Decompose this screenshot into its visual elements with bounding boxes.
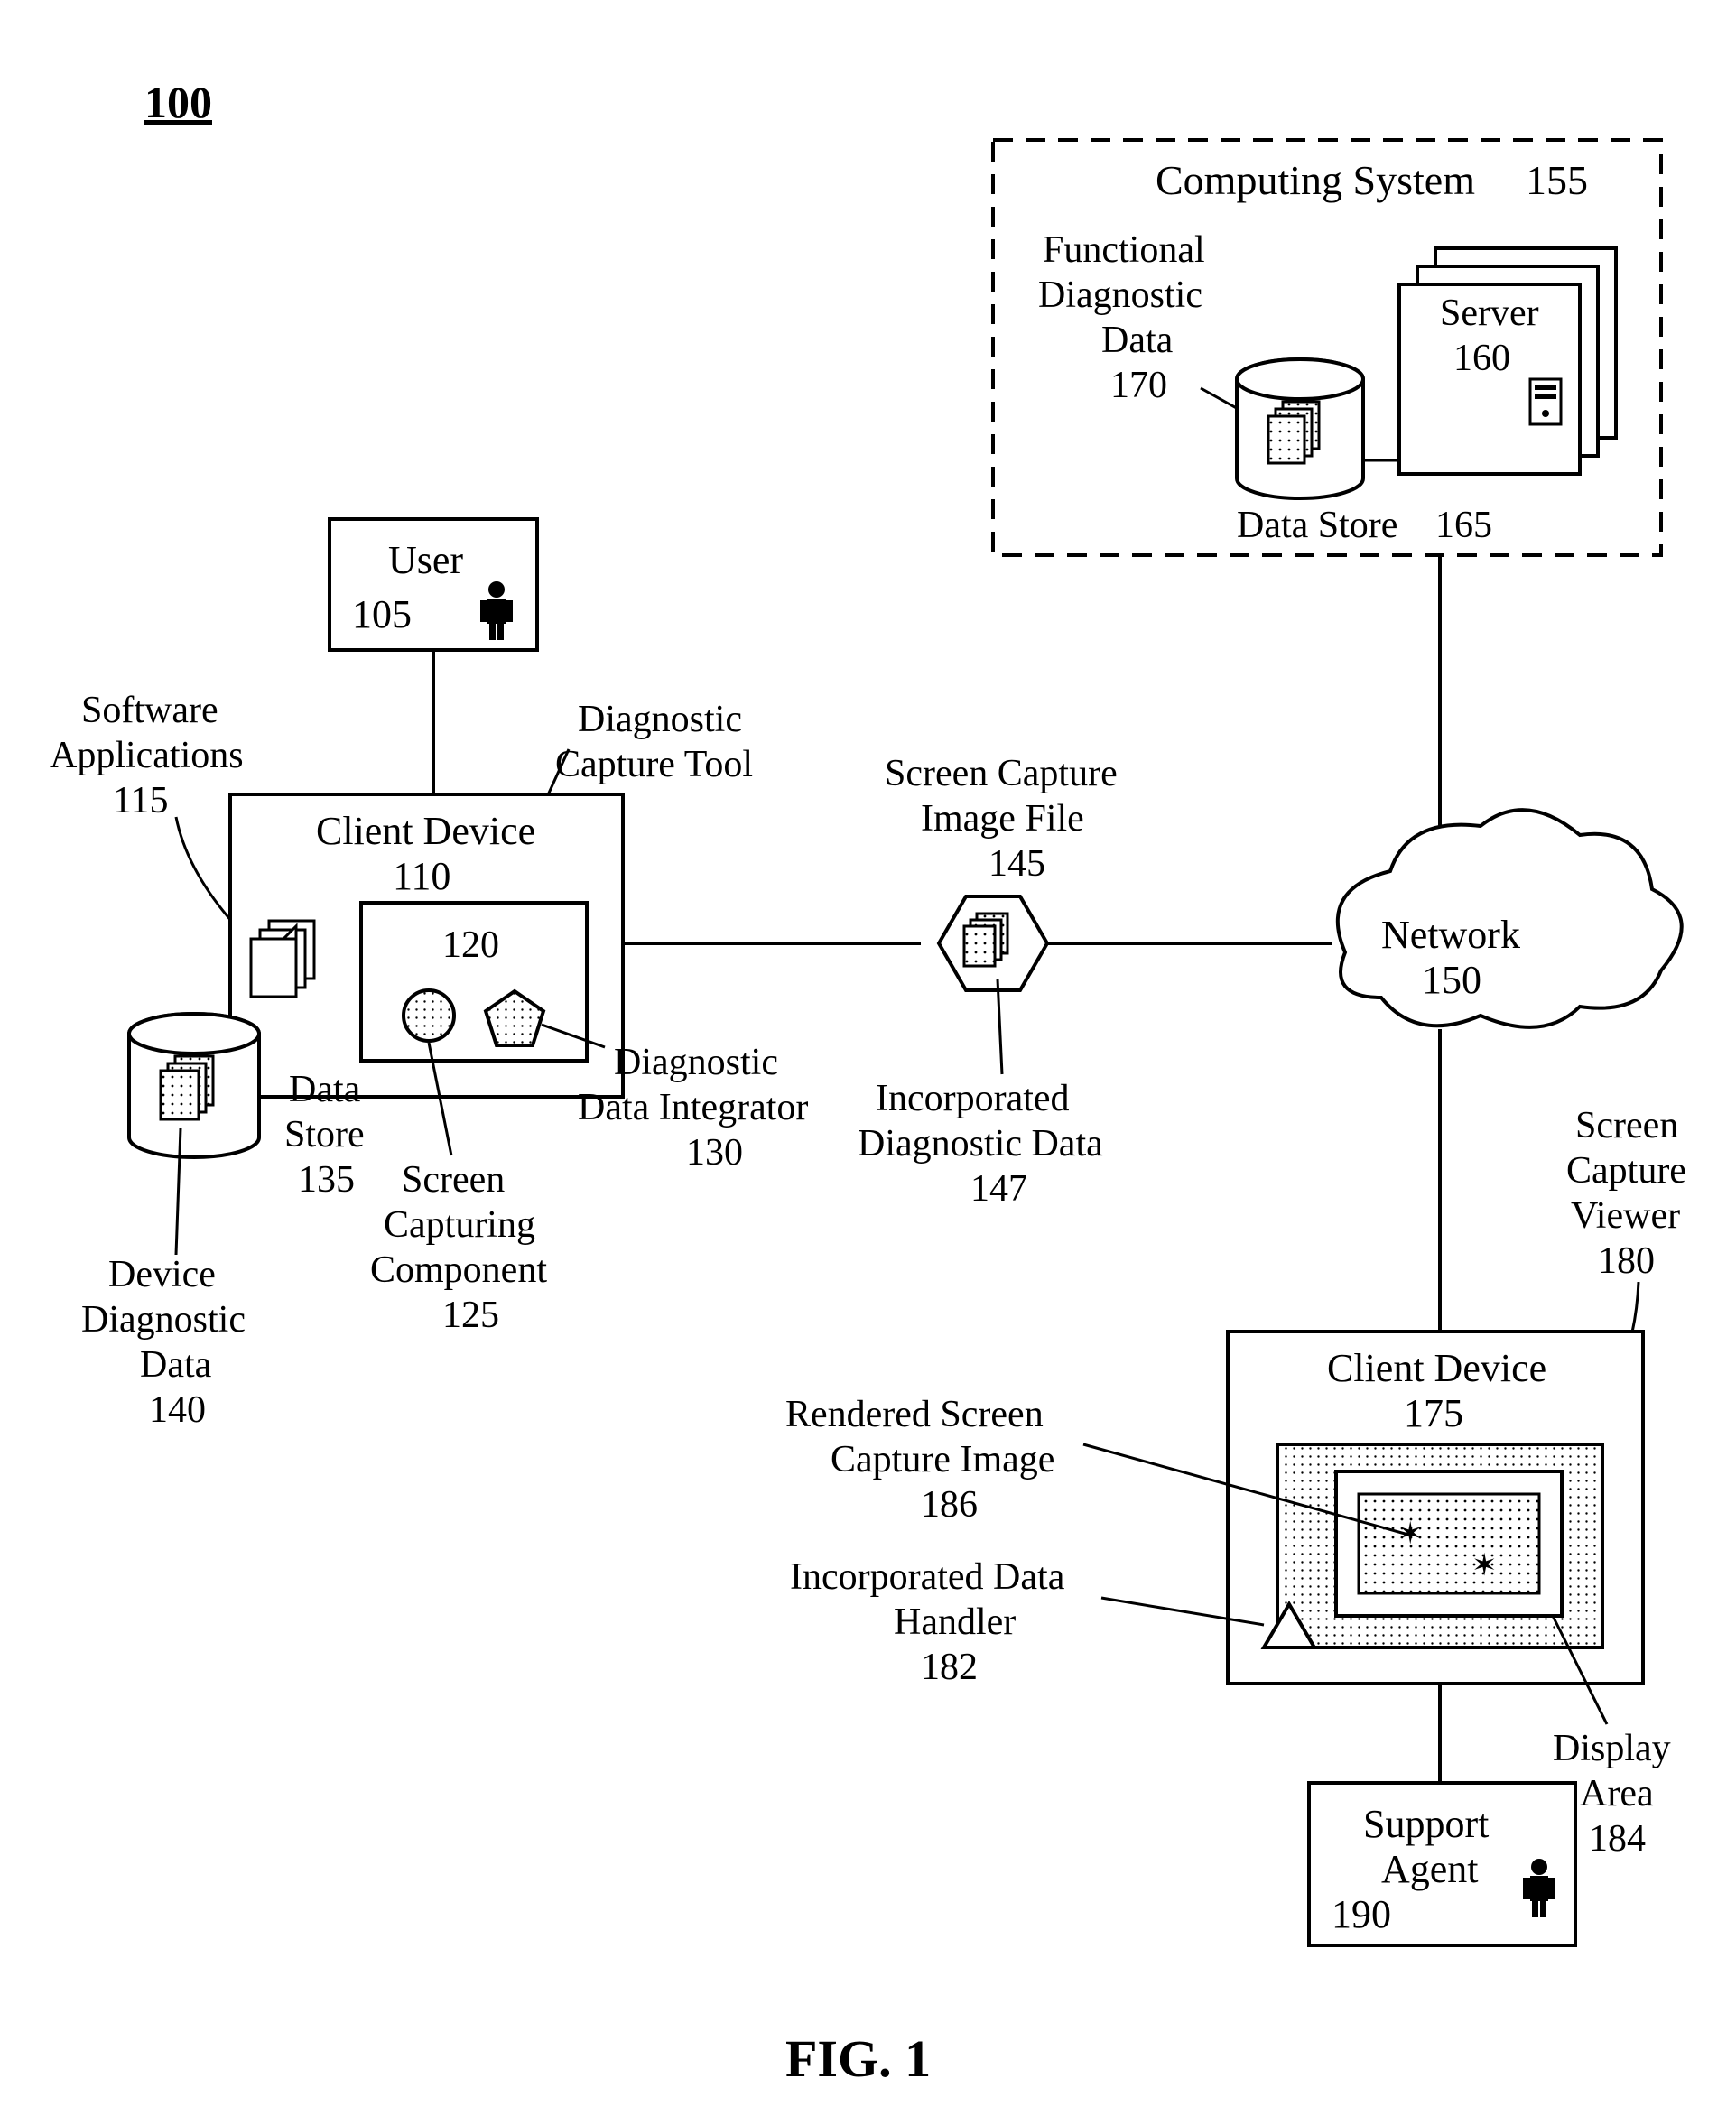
network-num: 150: [1422, 958, 1481, 1002]
client-device-110-num: 110: [393, 854, 450, 898]
functional-diagnostic-data-label: Functional Diagnostic Data 170: [1038, 229, 1205, 406]
network-label: Network: [1381, 913, 1520, 957]
computing-system-box: Computing System 155 Server 160 Function…: [993, 140, 1661, 555]
support-agent-box: Support Agent 190: [1309, 1783, 1575, 1945]
svg-text:125: 125: [442, 1295, 499, 1336]
svg-text:130: 130: [686, 1132, 743, 1174]
svg-text:Software: Software: [81, 690, 218, 731]
server-label: Server: [1440, 292, 1539, 334]
client-device-175-box: Client Device 175 ✶ ✶: [1228, 1332, 1643, 1684]
data-store-165-label: Data Store: [1237, 505, 1397, 546]
svg-text:Data: Data: [140, 1344, 212, 1386]
data-store-135-icon: [129, 1014, 259, 1157]
figure-caption: FIG. 1: [785, 2029, 931, 2088]
device-diagnostic-data-label: Device Diagnostic Data 140: [81, 1254, 246, 1431]
svg-text:Applications: Applications: [50, 735, 244, 776]
svg-text:Image File: Image File: [921, 798, 1084, 840]
data-store-165-icon: [1237, 359, 1363, 498]
svg-text:Viewer: Viewer: [1571, 1195, 1680, 1237]
svg-text:Capturing: Capturing: [384, 1204, 535, 1246]
svg-text:140: 140: [149, 1389, 206, 1431]
network-cloud-icon: Network 150: [1338, 810, 1682, 1027]
hexagon-icon: [939, 896, 1047, 990]
support-agent-num: 190: [1332, 1892, 1391, 1936]
svg-text:180: 180: [1598, 1240, 1655, 1282]
svg-text:Display: Display: [1553, 1728, 1671, 1769]
svg-text:Screen Capture: Screen Capture: [885, 753, 1118, 794]
svg-text:Support: Support: [1363, 1802, 1489, 1846]
user-box: User 105: [330, 519, 537, 650]
svg-text:186: 186: [921, 1484, 978, 1526]
svg-text:182: 182: [921, 1647, 978, 1688]
screen-capture-image-file-label: Screen Capture Image File 145: [885, 753, 1118, 885]
svg-text:170: 170: [1110, 365, 1167, 406]
data-store-165-num: 165: [1435, 505, 1492, 546]
star-icon: ✶: [1397, 1517, 1424, 1551]
data-store-135-num: 135: [298, 1159, 355, 1201]
figure-number: 100: [144, 77, 212, 127]
svg-text:Incorporated Data: Incorporated Data: [790, 1556, 1065, 1598]
svg-text:Agent: Agent: [1381, 1847, 1479, 1891]
user-label: User: [388, 538, 463, 582]
svg-text:Capture Image: Capture Image: [831, 1439, 1054, 1480]
svg-text:Diagnostic: Diagnostic: [614, 1042, 778, 1083]
svg-text:145: 145: [989, 843, 1045, 885]
data-store-135-label-1: Data: [289, 1069, 361, 1110]
server-num: 160: [1453, 338, 1510, 379]
client-device-110-label: Client Device: [316, 809, 535, 853]
svg-text:Diagnostic: Diagnostic: [1038, 274, 1202, 316]
incorporated-diagnostic-data-label: Incorporated Diagnostic Data 147: [858, 1078, 1103, 1210]
svg-text:Incorporated: Incorporated: [876, 1078, 1070, 1119]
user-num: 105: [352, 592, 412, 636]
rendered-screen-capture-image-label: Rendered Screen Capture Image 186: [785, 1394, 1054, 1526]
screen-capture-viewer-label: Screen Capture Viewer 180: [1566, 1105, 1686, 1282]
software-applications-label: Software Applications 115: [50, 690, 244, 821]
svg-text:115: 115: [113, 780, 168, 821]
svg-text:Data Integrator: Data Integrator: [578, 1087, 808, 1128]
svg-text:Rendered Screen: Rendered Screen: [785, 1394, 1044, 1435]
computing-system-num: 155: [1526, 157, 1588, 203]
svg-text:Diagnostic: Diagnostic: [81, 1299, 246, 1341]
screen-capturing-component-label: Screen Capturing Component 125: [370, 1159, 547, 1336]
client-device-175-num: 175: [1404, 1391, 1463, 1435]
svg-text:147: 147: [970, 1168, 1027, 1210]
computing-system-label: Computing System: [1156, 157, 1475, 203]
documents-icon: [251, 921, 314, 997]
svg-text:Area: Area: [1580, 1773, 1654, 1814]
server-stack-icon: Server 160: [1399, 248, 1616, 474]
leader-idd: [998, 979, 1002, 1074]
svg-text:Diagnostic: Diagnostic: [578, 699, 742, 740]
incorporated-data-handler-label: Incorporated Data Handler 182: [790, 1556, 1065, 1688]
svg-text:Screen: Screen: [1575, 1105, 1678, 1146]
client-device-110-box: Client Device 110 120: [230, 794, 623, 1097]
svg-text:Component: Component: [370, 1249, 547, 1291]
svg-text:Screen: Screen: [402, 1159, 505, 1201]
client-device-175-label: Client Device: [1327, 1346, 1546, 1390]
circle-icon: [404, 990, 454, 1041]
svg-text:Capture Tool: Capture Tool: [555, 744, 753, 785]
svg-text:184: 184: [1589, 1818, 1646, 1860]
tool-num: 120: [442, 924, 499, 966]
svg-text:Device: Device: [108, 1254, 216, 1295]
star-icon: ✶: [1471, 1549, 1498, 1582]
svg-text:Data: Data: [1101, 320, 1174, 361]
data-store-135-label-2: Store: [284, 1114, 365, 1155]
svg-text:Diagnostic Data: Diagnostic Data: [858, 1123, 1103, 1165]
svg-text:Functional: Functional: [1043, 229, 1205, 271]
diagnostic-capture-tool-label: Diagnostic Capture Tool: [555, 699, 753, 785]
svg-text:Handler: Handler: [894, 1601, 1016, 1643]
rendered-image-rect: [1359, 1494, 1539, 1593]
svg-text:Capture: Capture: [1566, 1150, 1686, 1192]
